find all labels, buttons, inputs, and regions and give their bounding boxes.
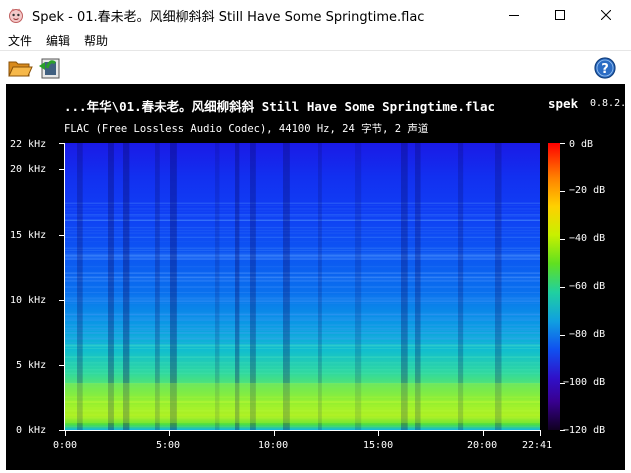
menu-help[interactable]: 帮助: [78, 32, 114, 49]
menu-file[interactable]: 文件: [2, 32, 38, 49]
help-icon: ?: [594, 57, 616, 79]
toolbar: ?: [0, 50, 631, 83]
save-button[interactable]: [37, 55, 63, 81]
db-tick-label: 0 dB: [569, 139, 594, 150]
close-icon: [601, 10, 611, 20]
save-icon: [39, 58, 60, 79]
db-tick-label: −20 dB: [569, 185, 606, 196]
db-tick-label: −60 dB: [569, 281, 606, 292]
x-tick-label: 20:00: [467, 440, 498, 451]
minimize-button[interactable]: [491, 0, 537, 30]
open-folder-icon: [8, 61, 33, 77]
menu-bar: 文件 编辑 帮助: [0, 30, 631, 50]
y-tick-label: 5 kHz: [16, 360, 47, 371]
y-tick-label: 0 kHz: [16, 425, 47, 436]
menu-edit[interactable]: 编辑: [40, 32, 76, 49]
minimize-icon: [509, 15, 519, 16]
db-tick-label: −80 dB: [569, 329, 606, 340]
close-button[interactable]: [583, 0, 629, 30]
db-tick-label: −120 dB: [563, 425, 606, 436]
db-tick-label: −40 dB: [569, 233, 606, 244]
maximize-icon: [555, 10, 565, 20]
y-tick-label: 22 kHz: [10, 139, 47, 150]
spek-app-icon: [9, 8, 23, 23]
y-tick-label: 20 kHz: [10, 164, 47, 175]
window-title: Spek - 01.春未老。风细柳斜斜 Still Have Some Spri…: [32, 9, 425, 25]
y-tick-label: 15 kHz: [10, 230, 47, 241]
db-tick-label: −100 dB: [563, 377, 606, 388]
maximize-button[interactable]: [537, 0, 583, 30]
axes: [59, 143, 565, 436]
x-tick-label: 0:00: [53, 440, 78, 451]
spectrogram-panel: ...年华\01.春未老。风细柳斜斜 Still Have Some Sprin…: [6, 84, 631, 470]
x-tick-label: 15:00: [363, 440, 394, 451]
x-tick-label: 10:00: [258, 440, 289, 451]
x-tick-label: 5:00: [156, 440, 181, 451]
title-bar: Spek - 01.春未老。风细柳斜斜 Still Have Some Spri…: [0, 0, 631, 30]
help-button[interactable]: ?: [592, 55, 618, 81]
svg-text:?: ?: [601, 62, 609, 77]
open-button[interactable]: [7, 55, 33, 81]
y-tick-label: 10 kHz: [10, 295, 47, 306]
x-tick-label: 22:41: [522, 440, 553, 451]
